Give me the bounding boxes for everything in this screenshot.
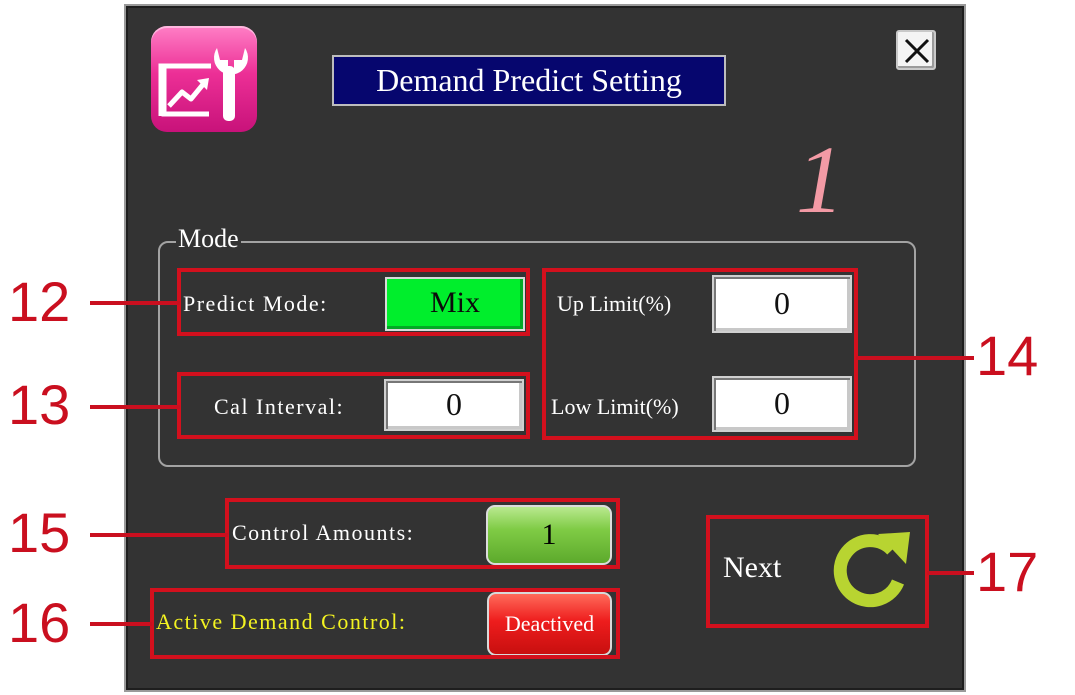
deactived-button[interactable]: Deactived [487, 592, 612, 656]
callout-13: 13 [8, 373, 71, 436]
dialog-title: Demand Predict Setting [332, 55, 726, 106]
low-limit-label: Low Limit(%) [551, 394, 679, 419]
callout-12: 12 [8, 270, 71, 333]
cal-interval-input[interactable]: 0 [384, 379, 524, 431]
active-demand-label: Active Demand Control: [156, 609, 407, 634]
up-limit-label: Up Limit(%) [557, 291, 672, 316]
close-icon [904, 38, 930, 64]
chart-wrench-icon [151, 26, 257, 132]
cal-interval-label: Cal Interval: [214, 394, 345, 419]
page-number: 1 [796, 126, 844, 233]
callout-line-15 [90, 533, 228, 537]
callout-line-13 [90, 405, 180, 409]
callout-line-12 [90, 301, 180, 305]
control-amounts-button[interactable]: 1 [486, 505, 612, 565]
callout-17: 17 [976, 540, 1039, 603]
callout-line-16 [90, 622, 152, 626]
callout-14: 14 [976, 324, 1039, 387]
close-button[interactable] [896, 30, 936, 70]
predict-mode-button[interactable]: Mix [385, 277, 525, 331]
callout-line-14 [856, 356, 974, 360]
callout-15: 15 [8, 501, 71, 564]
callout-line-17 [927, 571, 974, 575]
mode-group-legend: Mode [176, 222, 241, 256]
control-amounts-label: Control Amounts: [232, 520, 415, 545]
low-limit-input[interactable]: 0 [712, 376, 852, 432]
up-limit-input[interactable]: 0 [712, 275, 852, 333]
callout-16: 16 [8, 591, 71, 654]
predict-mode-label: Predict Mode: [183, 291, 328, 316]
next-label[interactable]: Next [723, 548, 781, 588]
refresh-arrow-icon[interactable] [822, 520, 918, 616]
